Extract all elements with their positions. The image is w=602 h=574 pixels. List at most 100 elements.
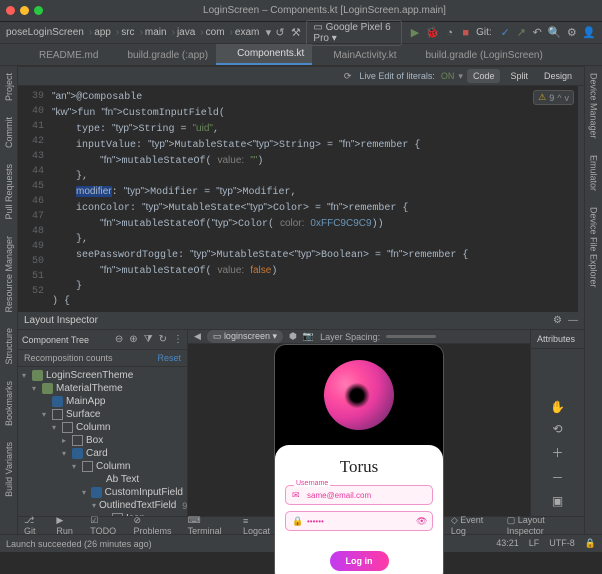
expand-icon[interactable]: ▾ xyxy=(32,384,42,393)
tool-todo[interactable]: ☑ TODO xyxy=(90,515,123,536)
zoom-in-icon[interactable]: ＋ xyxy=(551,444,563,461)
tool-window-tab[interactable]: Build Variants xyxy=(4,439,14,500)
editor-tab[interactable]: MainActivity.kt xyxy=(312,46,404,65)
expand-icon[interactable]: ▾ xyxy=(42,410,52,419)
mode-code[interactable]: Code xyxy=(467,69,501,83)
refresh-icon[interactable]: ⟳ xyxy=(344,71,352,82)
tool-problems[interactable]: ⊘ Problems xyxy=(134,515,178,536)
stop-icon[interactable]: ■ xyxy=(460,26,471,40)
tree-node[interactable]: ▾LoginScreenTheme xyxy=(18,369,187,382)
tree-node[interactable]: MainApp xyxy=(18,395,187,408)
tool-window-tab[interactable]: Bookmarks xyxy=(4,378,14,429)
sync-icon[interactable]: ↺ xyxy=(274,26,285,40)
tree-node[interactable]: ▾Card xyxy=(18,447,187,460)
slider[interactable] xyxy=(386,335,436,338)
fit-icon[interactable]: ▣ xyxy=(552,494,563,508)
breadcrumb-item[interactable]: src xyxy=(121,27,134,38)
tree-node[interactable]: ▸Box xyxy=(18,434,187,447)
hammer-icon[interactable]: ⚒ xyxy=(290,26,301,40)
editor-tab[interactable]: build.gradle (LoginScreen) xyxy=(405,46,551,65)
refresh-icon[interactable]: ↻ xyxy=(159,334,167,345)
editor-tab[interactable]: README.md xyxy=(18,46,106,65)
window-controls[interactable] xyxy=(6,6,43,15)
lock-icon[interactable]: 🔒 xyxy=(585,538,596,549)
debug-icon[interactable]: 🐞 xyxy=(425,26,439,40)
tool-window-tab[interactable]: Device File Explorer xyxy=(589,204,599,291)
zoom-out-icon[interactable]: ⊖ xyxy=(115,334,123,345)
breadcrumb-item[interactable]: java xyxy=(177,27,195,38)
mode-split[interactable]: Split xyxy=(504,69,534,83)
eye-icon[interactable]: 👁 xyxy=(416,516,426,526)
profiler-icon[interactable]: ◔ xyxy=(444,26,455,40)
zoom-in-icon[interactable]: ⊕ xyxy=(129,334,137,345)
tree-node[interactable]: ▾Surface xyxy=(18,408,187,421)
tool-window-tab[interactable]: Pull Requests xyxy=(4,161,14,223)
tree-node[interactable]: ▾MaterialTheme xyxy=(18,382,187,395)
close-icon[interactable] xyxy=(6,6,15,15)
breadcrumb-item[interactable]: app xyxy=(94,27,111,38)
process-selector[interactable]: ▭ loginscreen ▾ xyxy=(207,330,283,343)
line-separator[interactable]: LF xyxy=(529,538,540,549)
gear-icon[interactable]: ⚙ xyxy=(566,26,577,40)
editor-tab[interactable]: Components.kt xyxy=(216,44,312,65)
pan-icon[interactable]: ✋ xyxy=(550,400,565,414)
reset-link[interactable]: Reset xyxy=(157,353,181,363)
chevron-down-icon[interactable]: ▾ xyxy=(458,71,463,82)
preview-stage[interactable]: Torus Username ✉ same@email.com 🔒 ••••••… xyxy=(188,344,530,574)
back-icon[interactable]: ◀ xyxy=(194,331,201,342)
code-content[interactable]: "an">@Composable "kw">fun "fn">CustomInp… xyxy=(48,86,518,312)
tool-window-tab[interactable]: Device Manager xyxy=(589,70,599,142)
file-encoding[interactable]: UTF-8 xyxy=(549,538,575,549)
rotate-icon[interactable]: ⟲ xyxy=(552,422,562,436)
filter-icon[interactable]: ⧩ xyxy=(144,334,153,345)
breadcrumb-item[interactable]: main xyxy=(145,27,167,38)
tool-window-tab[interactable]: Project xyxy=(4,70,14,104)
tool-git[interactable]: ⎇ Git xyxy=(24,515,46,536)
run-icon[interactable]: ▶ xyxy=(410,26,421,40)
avatar-icon[interactable]: 👤 xyxy=(582,26,596,40)
editor-tab[interactable]: build.gradle (:app) xyxy=(106,46,216,65)
tree-node[interactable]: ▾CustomInputField xyxy=(18,486,187,499)
live-icon[interactable]: ⬢ xyxy=(289,331,297,342)
git-push-icon[interactable]: ↗ xyxy=(516,26,527,40)
chevron-up-icon[interactable]: ^ xyxy=(557,93,561,103)
password-field[interactable]: 🔒 •••••• 👁 xyxy=(285,511,433,531)
username-field[interactable]: Username ✉ same@email.com xyxy=(285,485,433,505)
mode-design[interactable]: Design xyxy=(538,69,578,83)
tree-node[interactable]: Ab Text xyxy=(18,473,187,486)
maximize-icon[interactable] xyxy=(34,6,43,15)
tool-window-tab[interactable]: Commit xyxy=(4,114,14,151)
dropdown-icon[interactable]: ▾ xyxy=(262,26,274,40)
expand-icon[interactable]: ▸ xyxy=(62,436,72,445)
live-edit-value[interactable]: ON xyxy=(441,71,455,81)
tool-window-tab[interactable]: Resource Manager xyxy=(4,233,14,316)
breadcrumb-item[interactable]: com xyxy=(206,27,225,38)
minimize-icon[interactable]: — xyxy=(568,315,578,326)
code-editor[interactable]: 3940414243444546474849505152 "an">@Compo… xyxy=(18,86,584,312)
error-stripe[interactable] xyxy=(578,86,584,312)
expand-icon[interactable]: ▾ xyxy=(22,371,32,380)
expand-icon[interactable]: ▾ xyxy=(72,462,82,471)
gear-icon[interactable]: ⚙ xyxy=(553,315,562,326)
zoom-out-icon[interactable]: － xyxy=(551,469,563,486)
component-tree[interactable]: ▾LoginScreenTheme▾MaterialThemeMainApp▾S… xyxy=(18,367,187,516)
breadcrumb-item[interactable]: poseLoginScreen xyxy=(6,27,84,38)
git-history-icon[interactable]: ↶ xyxy=(532,26,543,40)
expand-icon[interactable]: ▾ xyxy=(52,423,62,432)
run-config-selector[interactable]: ▭ Google Pixel 6 Pro ▾ xyxy=(306,20,401,46)
snapshot-icon[interactable]: 📷 xyxy=(303,331,314,342)
tree-node[interactable]: ▾OutlinedTextField98 xyxy=(18,499,187,512)
git-pull-icon[interactable]: ✓ xyxy=(500,26,511,40)
layout-inspector-header[interactable]: Layout Inspector ⚙ — xyxy=(18,312,584,330)
breadcrumb-item[interactable]: exam xyxy=(235,27,259,38)
expand-icon[interactable]: ▾ xyxy=(62,449,72,458)
search-icon[interactable]: 🔍 xyxy=(548,26,562,40)
tool-window-tab[interactable]: Emulator xyxy=(589,152,599,194)
minimize-icon[interactable] xyxy=(20,6,29,15)
tree-node[interactable]: ▾Column xyxy=(18,421,187,434)
chevron-down-icon[interactable]: v xyxy=(565,93,570,103)
tree-node[interactable]: ▾Column xyxy=(18,460,187,473)
problems-badge[interactable]: ⚠ 9 ^ v xyxy=(533,90,574,105)
tool-window-tab[interactable]: Structure xyxy=(4,325,14,368)
expand-icon[interactable]: ▾ xyxy=(92,501,96,510)
